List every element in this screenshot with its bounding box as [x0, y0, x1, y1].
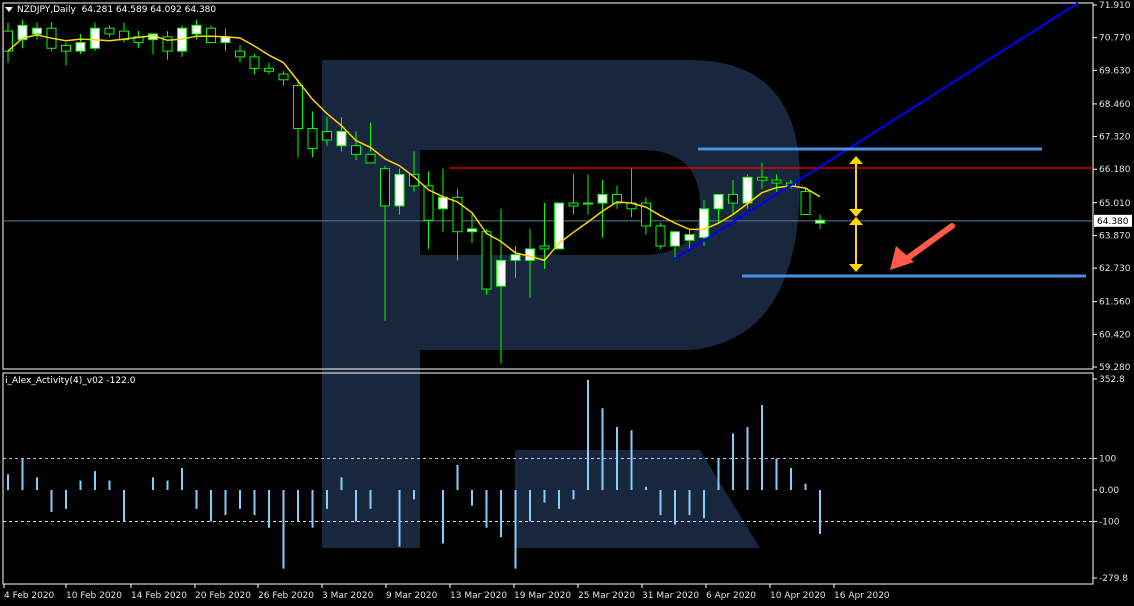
time-axis-label: 13 Mar 2020	[450, 591, 507, 601]
candle-body	[206, 27, 216, 44]
price-axis-label: 70.770	[1099, 34, 1131, 44]
candle-body	[742, 176, 753, 204]
candle-body	[235, 50, 245, 58]
candle-body	[75, 42, 86, 52]
candle-body	[699, 208, 709, 238]
candle-body	[655, 225, 666, 247]
time-axis-label: 6 Apr 2020	[706, 591, 756, 601]
trading-chart[interactable]: 71.910 70.770 69.630 68.460 67.320 66.180 65.0…	[0, 0, 1134, 606]
time-axis-label: 16 Apr 2020	[834, 591, 890, 601]
indicator-label: i_Alex_Activity(4)_v02 -122.0	[5, 376, 136, 386]
candle-body	[800, 191, 811, 216]
candle-body	[322, 130, 332, 141]
time-axis-label: 25 Mar 2020	[578, 591, 635, 601]
candle-body	[32, 27, 42, 35]
candle-body	[365, 153, 376, 164]
upper-measure-arrow-head-up	[849, 156, 863, 164]
candle-body	[307, 128, 318, 150]
price-axis-label: 60.420	[1099, 330, 1131, 340]
time-axis-label: 10 Feb 2020	[66, 591, 122, 601]
candle-body	[510, 254, 521, 261]
candle-body	[554, 202, 564, 250]
candle-body	[583, 202, 593, 205]
candle-body	[815, 219, 825, 224]
time-axis-label: 31 Mar 2020	[642, 591, 699, 601]
candle-body	[684, 234, 695, 241]
candle-body	[757, 176, 767, 181]
indicator-axis-label: 352.8	[1099, 375, 1125, 385]
candle-body	[438, 196, 448, 210]
time-axis-label: 19 Mar 2020	[514, 591, 571, 601]
candle-body	[670, 231, 680, 247]
price-axis-label: 68.460	[1099, 100, 1131, 110]
candle-body	[293, 85, 303, 130]
price-axis-label: 71.910	[1099, 1, 1131, 11]
candle-body	[264, 67, 274, 72]
candle-body	[336, 130, 347, 147]
price-axis-label: 65.010	[1099, 199, 1131, 209]
dropdown-triangle-icon[interactable]	[5, 7, 13, 12]
candle-body	[568, 202, 579, 207]
current-price-label: 64.380	[1097, 217, 1129, 227]
price-axis-label: 61.560	[1099, 298, 1131, 308]
candle-body	[728, 193, 738, 204]
time-axis-label: 14 Feb 2020	[131, 591, 187, 601]
price-axis-label: 62.730	[1099, 264, 1131, 274]
upper-measure-arrow-head-down	[849, 209, 863, 217]
price-axis-label: 66.180	[1099, 165, 1131, 175]
candle-body	[713, 193, 724, 210]
candle-body	[771, 179, 782, 184]
symbol-label: NZDJPY,Daily	[17, 5, 76, 15]
chart-header: NZDJPY,Daily 64.281 64.589 64.092 64.380	[5, 5, 216, 15]
pointer-arrow-shaft	[902, 223, 955, 263]
logo-watermark-foot	[515, 450, 760, 548]
candle-body	[90, 27, 100, 49]
candle-body	[394, 173, 405, 207]
candle-body	[597, 193, 608, 204]
candle-body	[249, 56, 260, 69]
candle-body	[61, 44, 71, 52]
time-axis-label: 9 Mar 2020	[386, 591, 438, 601]
price-axis-label: 69.630	[1099, 66, 1131, 76]
indicator-header: i_Alex_Activity(4)_v02 -122.0	[5, 376, 135, 386]
price-axis-label: 59.280	[1099, 363, 1131, 373]
time-axis-label: 3 Mar 2020	[322, 591, 374, 601]
candle-body	[481, 231, 492, 290]
candle-body	[104, 27, 115, 35]
time-axis-label: 20 Feb 2020	[195, 591, 251, 601]
candle-body	[496, 259, 506, 287]
ohlc-values: 64.281 64.589 64.092 64.380	[81, 5, 217, 15]
indicator-axis-label: 100	[1099, 455, 1116, 465]
price-axis-label: 63.870	[1099, 231, 1131, 241]
candle-body	[191, 24, 202, 35]
time-axis-label: 26 Feb 2020	[258, 591, 314, 601]
lower-measure-arrow-head-down	[849, 264, 863, 272]
candle-body	[467, 228, 477, 233]
time-axis-label: 10 Apr 2020	[770, 591, 826, 601]
time-axis-label: 4 Feb 2020	[4, 591, 55, 601]
candle-body	[278, 73, 289, 81]
candle-body	[380, 168, 390, 207]
indicator-axis-label: 0.00	[1099, 486, 1119, 496]
indicator-axis-label: -100	[1099, 517, 1120, 527]
indicator-axis-label: -279.8	[1099, 574, 1128, 584]
candle-body	[525, 248, 535, 261]
candle-body	[351, 145, 361, 155]
price-axis-label: 67.320	[1099, 133, 1131, 143]
candle-body	[539, 245, 550, 250]
